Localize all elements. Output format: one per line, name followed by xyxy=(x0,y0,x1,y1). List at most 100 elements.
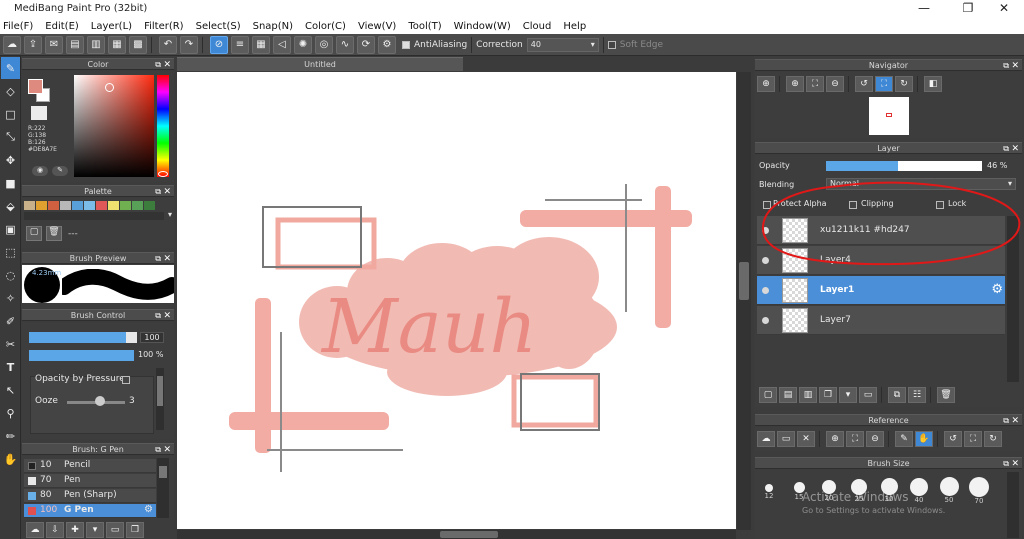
brush-settings-icon[interactable]: ▾ xyxy=(86,522,104,538)
navigator-thumbnail[interactable] xyxy=(869,97,909,135)
brush-size-slider[interactable] xyxy=(29,332,137,343)
close-icon[interactable]: ✕ xyxy=(1011,415,1019,427)
close-icon[interactable]: ✕ xyxy=(163,444,171,456)
zoom-out-icon[interactable]: ⊖ xyxy=(826,76,844,92)
visibility-eye-icon[interactable] xyxy=(762,317,769,324)
document-tab[interactable]: Untitled xyxy=(177,57,463,71)
hue-handle[interactable] xyxy=(158,171,168,177)
eraser-tool-icon[interactable]: ◇ xyxy=(1,80,20,102)
menu-view[interactable]: View(V) xyxy=(358,19,396,34)
popout-icon[interactable]: ⧉ xyxy=(1003,60,1009,72)
palette-swatch[interactable] xyxy=(60,201,71,210)
soft-edge-checkbox[interactable] xyxy=(607,40,616,49)
primary-color-swatch[interactable] xyxy=(28,79,43,94)
close-icon[interactable]: ✕ xyxy=(1011,60,1019,72)
brush-control-scroll-thumb[interactable] xyxy=(157,376,163,406)
perspective-snap-icon[interactable]: ◁ xyxy=(273,35,291,54)
menu-select[interactable]: Select(S) xyxy=(196,19,241,34)
close-icon[interactable]: ✕ xyxy=(163,253,171,265)
undo-icon[interactable]: ↶ xyxy=(159,35,177,54)
popout-icon[interactable]: ⧉ xyxy=(1003,415,1009,427)
actual-size-icon[interactable]: ⛶ xyxy=(875,76,893,92)
zoom-in-icon[interactable]: ⊕ xyxy=(786,76,804,92)
brush-item-g-pen[interactable]: 100 G Pen ⚙ xyxy=(24,504,156,518)
trash-icon[interactable]: 🗑 xyxy=(46,226,62,241)
popout-icon[interactable]: ⧉ xyxy=(1003,143,1009,155)
gear-icon[interactable]: ⚙ xyxy=(144,504,153,515)
correction-select[interactable]: 40 ▾ xyxy=(526,37,599,52)
zoom-in-icon[interactable]: ⊕ xyxy=(826,431,844,447)
merge-down-icon[interactable]: ⧉ xyxy=(888,387,906,403)
zoom-out-icon[interactable]: ⊖ xyxy=(866,431,884,447)
trash-icon[interactable]: 🗑 xyxy=(937,387,955,403)
folder-icon[interactable]: ▭ xyxy=(859,387,877,403)
new-halftone-layer-icon[interactable]: ▤ xyxy=(779,387,797,403)
brush-size-option[interactable]: 12 xyxy=(755,476,783,516)
menu-file[interactable]: File(F) xyxy=(3,19,33,34)
close-button[interactable]: ✕ xyxy=(984,0,1024,18)
redo-icon[interactable]: ↷ xyxy=(180,35,198,54)
eye-icon[interactable]: ◉ xyxy=(32,166,48,176)
close-icon[interactable]: ✕ xyxy=(163,186,171,198)
move-tool-icon[interactable]: ✥ xyxy=(1,149,20,171)
zoom-in-icon[interactable]: ⊕ xyxy=(757,76,775,92)
layer-row-selected[interactable]: Layer1 ⚙ xyxy=(757,276,1005,305)
close-icon[interactable]: ✕ xyxy=(797,431,815,447)
visibility-eye-icon[interactable] xyxy=(762,287,769,294)
rotate-left-icon[interactable]: ↺ xyxy=(944,431,962,447)
drawing-canvas[interactable]: Mauh xyxy=(177,72,736,529)
lasso-tool-icon[interactable]: ◌ xyxy=(1,264,20,286)
grid-icon[interactable]: ▦ xyxy=(108,35,126,54)
chevron-down-icon[interactable]: ▾ xyxy=(168,210,172,219)
actual-size-icon[interactable]: ⛶ xyxy=(964,431,982,447)
popout-icon[interactable]: ⧉ xyxy=(1003,458,1009,470)
fit-icon[interactable]: ⛶ xyxy=(846,431,864,447)
grid-snap-icon[interactable]: ▦ xyxy=(252,35,270,54)
brush-tool-icon[interactable]: ✎ xyxy=(1,57,20,79)
palette-swatch[interactable] xyxy=(84,201,95,210)
open-folder-icon[interactable]: ▭ xyxy=(777,431,795,447)
gear-icon[interactable]: ⚙ xyxy=(991,282,1003,297)
add-brush-icon[interactable]: ✚ xyxy=(66,522,84,538)
cloud-icon[interactable]: ☁ xyxy=(757,431,775,447)
operation-tool-icon[interactable]: ↖ xyxy=(1,379,20,401)
hue-slider[interactable] xyxy=(157,75,169,177)
canvas-vertical-scroll-thumb[interactable] xyxy=(739,262,749,300)
popout-icon[interactable]: ⧉ xyxy=(155,310,161,322)
select-eraser-tool-icon[interactable]: ✂ xyxy=(1,333,20,355)
cloud-icon[interactable]: ☁ xyxy=(3,35,21,54)
layer-row[interactable]: Layer7 xyxy=(757,306,1005,335)
rotate-snap-icon[interactable]: ⟳ xyxy=(357,35,375,54)
menu-layer[interactable]: Layer(L) xyxy=(91,19,132,34)
snap-off-icon[interactable]: ⊘ xyxy=(210,35,228,54)
select-tool-icon[interactable]: ⤡ xyxy=(1,126,20,148)
popout-icon[interactable]: ⧉ xyxy=(155,444,161,456)
share-icon[interactable]: ✉ xyxy=(45,35,63,54)
popout-icon[interactable]: ⧉ xyxy=(155,59,161,71)
radial-snap-icon[interactable]: ✺ xyxy=(294,35,312,54)
brush-size-scrollbar[interactable] xyxy=(1007,472,1019,538)
dropper-icon[interactable]: ✎ xyxy=(52,166,68,176)
eyedropper-icon[interactable]: ✎ xyxy=(895,431,913,447)
rotate-right-icon[interactable]: ↻ xyxy=(895,76,913,92)
close-icon[interactable]: ✕ xyxy=(163,310,171,322)
fill-rect-tool-icon[interactable]: ■ xyxy=(1,172,20,194)
palette-swatch[interactable] xyxy=(48,201,59,210)
close-icon[interactable]: ✕ xyxy=(163,59,171,71)
menu-color[interactable]: Color(C) xyxy=(305,19,346,34)
palette-swatch[interactable] xyxy=(120,201,131,210)
rotate-right-icon[interactable]: ↻ xyxy=(984,431,1002,447)
palette-swatch[interactable] xyxy=(96,201,107,210)
text-tool-icon[interactable]: T xyxy=(1,356,20,378)
opacity-by-pressure-checkbox[interactable] xyxy=(122,376,130,384)
duplicate-icon[interactable]: ❐ xyxy=(126,522,144,538)
magic-wand-tool-icon[interactable]: ✧ xyxy=(1,287,20,309)
duplicate-layer-icon[interactable]: ❐ xyxy=(819,387,837,403)
pen-tool-icon[interactable]: ✏ xyxy=(1,425,20,447)
new-8bit-layer-icon[interactable]: ▥ xyxy=(799,387,817,403)
close-icon[interactable]: ✕ xyxy=(1011,458,1019,470)
layout-icon[interactable]: ▩ xyxy=(129,35,147,54)
comment-icon[interactable]: ▤ xyxy=(66,35,84,54)
palette-swatch[interactable] xyxy=(72,201,83,210)
layer-menu-icon[interactable]: ▾ xyxy=(839,387,857,403)
